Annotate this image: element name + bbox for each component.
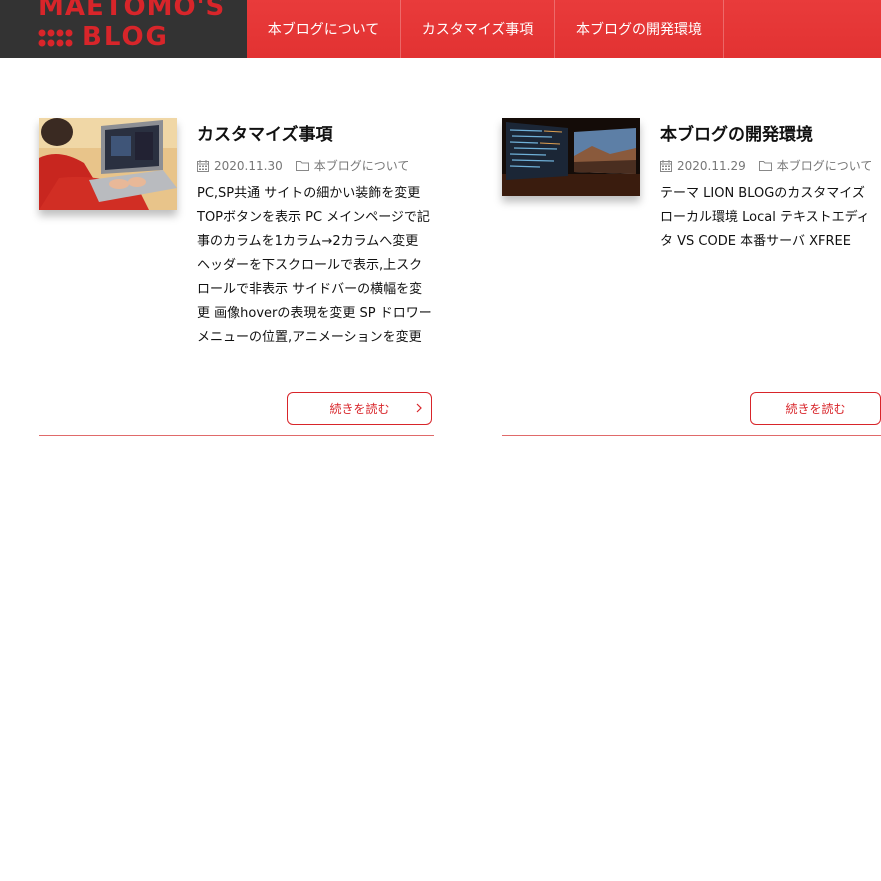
card-divider [39, 435, 434, 436]
post-category[interactable]: 本ブログについて [758, 157, 873, 174]
logo-dots-icon [38, 29, 73, 47]
post-category-label: 本ブログについて [313, 159, 410, 173]
post-excerpt: PC,SP共通 サイトの細かい装飾を変更 TOPボタンを表示 PC メインページ… [197, 186, 432, 345]
post-title[interactable]: カスタマイズ事項 [197, 120, 333, 145]
monitors-photo-icon [502, 118, 640, 196]
logo-text-top: MAETOMO'S [38, 0, 226, 22]
read-more-label: 続きを読む [785, 402, 846, 416]
global-nav: 本ブログについて カスタマイズ事項 本ブログの開発環境 [247, 0, 881, 58]
nav-item-about[interactable]: 本ブログについて [247, 0, 401, 58]
calendar-icon [660, 159, 672, 172]
post-title[interactable]: 本ブログの開発環境 [660, 120, 813, 145]
read-more-label: 続きを読む [329, 402, 390, 416]
site-logo[interactable]: MAETOMO'S BLOG [0, 0, 247, 58]
calendar-icon [197, 159, 209, 172]
nav-item-customize[interactable]: カスタマイズ事項 [401, 0, 555, 58]
logo-text-bottom: BLOG [82, 22, 169, 52]
post-thumbnail[interactable] [502, 118, 640, 196]
card-divider [502, 435, 881, 436]
post-date: 2020.11.29 [677, 158, 746, 173]
read-more-button[interactable]: 続きを読む [287, 392, 432, 425]
post-thumbnail[interactable] [39, 118, 177, 210]
site-header: MAETOMO'S BLOG 本ブログについて カスタマイズ事項 本ブログの開発… [0, 0, 881, 58]
post-meta: 2020.11.29 本ブログについて [660, 157, 872, 174]
read-more-button[interactable]: 続きを読む [750, 392, 881, 425]
post-excerpt: テーマ LION BLOGのカスタマイズ ローカル環境 Local テキストエデ… [660, 186, 870, 249]
folder-icon [758, 161, 772, 171]
nav-item-dev-env[interactable]: 本ブログの開発環境 [555, 0, 724, 58]
laptop-photo-icon [39, 118, 177, 210]
chevron-right-icon [416, 403, 422, 413]
post-category[interactable]: 本ブログについて [295, 157, 410, 174]
folder-icon [295, 161, 309, 171]
post-date: 2020.11.30 [214, 158, 283, 173]
post-meta: 2020.11.30 本ブログについて [197, 157, 409, 174]
post-category-label: 本ブログについて [776, 159, 873, 173]
